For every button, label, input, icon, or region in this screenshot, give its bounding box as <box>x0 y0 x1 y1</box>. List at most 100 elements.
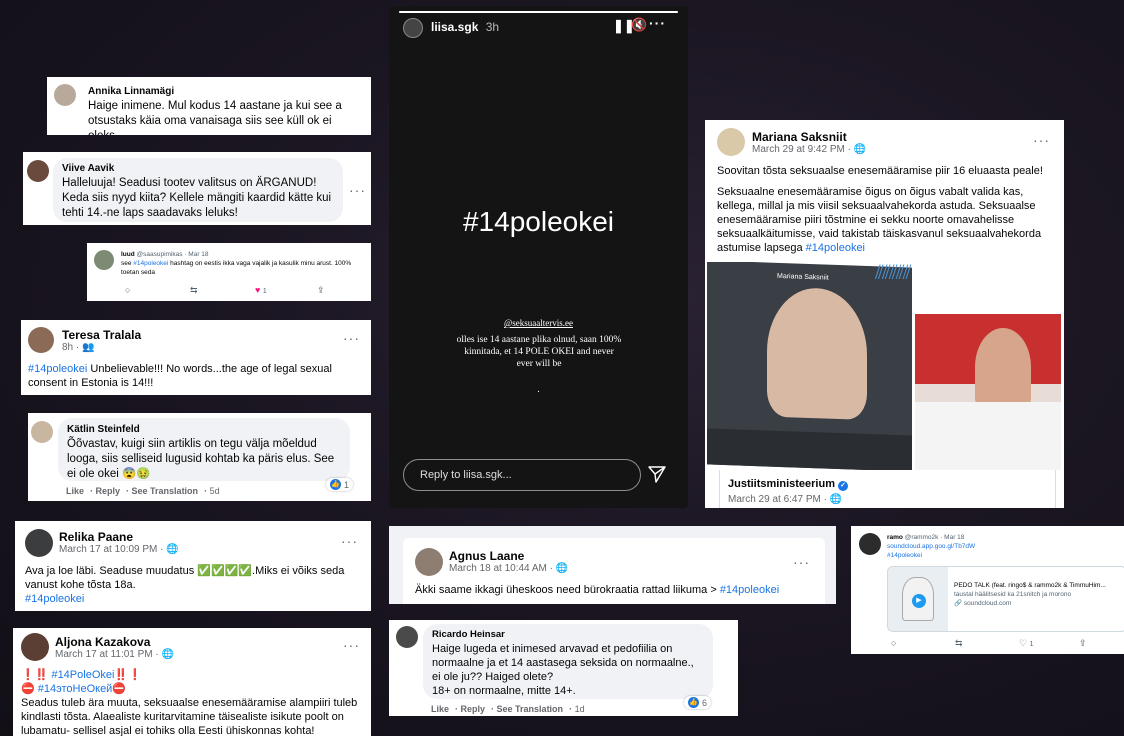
post-text: Äkki saame ikkagi üheskoos need bürokraa… <box>415 584 720 596</box>
poster-name[interactable]: Mariana Saksniit <box>752 130 847 144</box>
annika-comment-card: Annika Linnamägi Haige inimene. Mul kodu… <box>47 77 371 135</box>
like-action[interactable]: Like <box>431 704 449 714</box>
comment-time[interactable]: 1d <box>575 704 585 714</box>
hashtag-link[interactable]: #14poleokei <box>806 242 865 254</box>
commenter-name[interactable]: Viive Aavik <box>62 163 334 174</box>
poster-name[interactable]: Agnus Laane <box>449 549 524 563</box>
hashtag-link[interactable]: #14poleokei <box>28 363 87 375</box>
post-time[interactable]: March 17 at 10:09 PM · <box>59 544 164 555</box>
comment-text: Õõvastav, kuigi siin artiklis on tegu vä… <box>67 438 335 480</box>
retweet-icon[interactable]: ⇆ <box>190 285 255 296</box>
shared-page-box[interactable]: Justiitsministeerium ✓ March 29 at 6:47 … <box>719 470 1056 508</box>
more-icon[interactable]: ··· <box>343 637 360 653</box>
like-reaction-icon[interactable]: 👍 <box>688 697 699 708</box>
reply-action[interactable]: Reply <box>461 704 486 714</box>
like-reaction-icon[interactable]: 👍 <box>330 479 341 490</box>
reply-placeholder: Reply to liisa.sgk... <box>420 469 512 481</box>
viive-comment-card: Viive Aavik Halleluuja! Seadusi tootev v… <box>23 152 371 225</box>
hashtag-line-russian[interactable]: ⛔ #14этоНеОкей⛔ <box>21 682 365 696</box>
more-icon[interactable]: ··· <box>649 15 666 31</box>
avatar[interactable] <box>31 421 53 443</box>
soundcloud-link[interactable]: soundcloud.app.goo.gl/Tb7dW <box>887 543 975 550</box>
tweet-author[interactable]: luud <box>121 251 135 258</box>
comment-bubble: Annika Linnamägi Haige inimene. Mul kodu… <box>80 81 364 135</box>
globe-icon: 🌐 <box>853 144 867 155</box>
more-icon[interactable]: ··· <box>341 533 358 549</box>
share-icon[interactable]: ⇪ <box>317 285 325 296</box>
story-username[interactable]: liisa.sgk <box>431 20 478 34</box>
person-video <box>767 286 867 421</box>
shared-video[interactable]: Mariana Saksniit ⫽⫽⫽⫽⫽ <box>705 262 1064 470</box>
hashtag-link[interactable]: #14poleokei <box>887 552 922 559</box>
story-headline: #14poleokei <box>462 206 615 237</box>
avatar[interactable] <box>21 633 49 661</box>
friends-icon: 👥 <box>82 342 95 353</box>
tweet-author[interactable]: ramo <box>887 534 903 541</box>
heart-icon[interactable]: ♡ 1 <box>1019 638 1079 649</box>
more-icon[interactable]: ··· <box>349 182 366 198</box>
poster-name[interactable]: Relika Paane <box>59 530 133 544</box>
avatar[interactable] <box>859 533 881 555</box>
reaction-count: 1 <box>344 479 350 490</box>
post-paragraph-2: Seksuaalne enesemääramise õigus on õigus… <box>717 186 1042 254</box>
avatar[interactable] <box>717 128 745 156</box>
comment-bubble: Kätlin Steinfeld Õõvastav, kuigi siin ar… <box>58 418 350 481</box>
post-time[interactable]: 8h · <box>62 342 79 353</box>
globe-icon: 🌐 <box>555 563 569 574</box>
comment-bubble: Ricardo Heinsar Haige lugeda et inimesed… <box>423 624 713 699</box>
avatar[interactable] <box>27 160 49 182</box>
hashtag-link[interactable]: #14poleokei <box>720 584 779 596</box>
avatar[interactable] <box>94 250 114 270</box>
avatar[interactable] <box>415 548 443 576</box>
like-action[interactable]: Like <box>66 486 84 496</box>
comment-bubble: Viive Aavik Halleluuja! Seadusi tootev v… <box>53 158 343 222</box>
more-icon[interactable]: ··· <box>343 330 360 346</box>
avatar[interactable] <box>28 327 54 353</box>
see-translation-action[interactable]: See Translation <box>497 704 564 714</box>
link-preview-card[interactable]: ▶ PEDO TALK (feat. ringo$ & rammo2k & Ti… <box>887 566 1124 632</box>
reaction-count: 6 <box>702 697 708 708</box>
poster-name[interactable]: Aljona Kazakova <box>55 635 150 649</box>
hashtag-link[interactable]: #14poleokei <box>133 260 168 267</box>
reply-icon[interactable]: ○ <box>125 285 190 296</box>
teresa-post-card: Teresa Tralala 8h · 👥 ··· #14poleokei Un… <box>21 320 371 395</box>
post-time[interactable]: March 18 at 10:44 AM · <box>449 563 553 574</box>
shared-page-name[interactable]: Justiitsministeerium <box>728 478 835 490</box>
commenter-name[interactable]: Ricardo Heinsar <box>432 629 704 640</box>
commenter-name[interactable]: Kätlin Steinfeld <box>67 424 341 435</box>
globe-icon: 🌐 <box>166 544 179 555</box>
logo-pattern: ⫽⫽⫽⫽⫽ <box>875 262 912 284</box>
hashtag-line-estonian[interactable]: ❗‼️ #14PoleOkei‼️❗ <box>21 668 365 682</box>
story-time: 3h <box>485 20 500 34</box>
avatar[interactable] <box>25 529 53 557</box>
share-icon[interactable]: ⇪ <box>1079 638 1087 649</box>
story-avatar[interactable] <box>403 18 423 38</box>
story-handle: @seksuaaltervis.ee <box>503 318 573 328</box>
instagram-story[interactable]: liisa.sgk 3h ❚❚ 🔇 ··· #14poleokei @seksu… <box>389 6 688 508</box>
mute-icon[interactable]: 🔇 <box>631 17 647 33</box>
video-caption: Mariana Saksniit <box>777 272 829 282</box>
see-translation-action[interactable]: See Translation <box>132 486 199 496</box>
reply-icon[interactable]: ○ <box>891 638 955 649</box>
send-icon[interactable] <box>647 464 667 484</box>
comment-time[interactable]: 5d <box>210 486 220 496</box>
post-time[interactable]: March 29 at 9:42 PM · <box>752 144 851 155</box>
commenter-name[interactable]: Annika Linnamägi <box>88 86 356 97</box>
more-icon[interactable]: ··· <box>1033 132 1050 148</box>
avatar[interactable] <box>396 626 418 648</box>
ricardo-comment-card: Ricardo Heinsar Haige lugeda et inimesed… <box>389 620 738 716</box>
post-time[interactable]: March 17 at 11:01 PM · <box>55 649 159 660</box>
like-count: 1 <box>262 288 267 295</box>
play-icon[interactable]: ▶ <box>912 594 926 608</box>
more-icon[interactable]: ··· <box>793 554 810 570</box>
poster-name[interactable]: Teresa Tralala <box>62 328 141 342</box>
tweet-handle: @saasupimikas · Mar 18 <box>136 251 209 258</box>
shared-time[interactable]: March 29 at 6:47 PM · <box>728 494 827 505</box>
reply-action[interactable]: Reply <box>96 486 121 496</box>
avatar[interactable] <box>54 84 76 106</box>
hashtag-link[interactable]: #14poleokei <box>25 592 360 606</box>
retweet-icon[interactable]: ⇆ <box>955 638 1019 649</box>
story-quote: olles ise 14 aastane plika olnud, saan 1… <box>456 335 622 369</box>
story-reply-input[interactable]: Reply to liisa.sgk... <box>403 459 641 491</box>
heart-icon[interactable]: ♥ 1 <box>255 285 317 296</box>
